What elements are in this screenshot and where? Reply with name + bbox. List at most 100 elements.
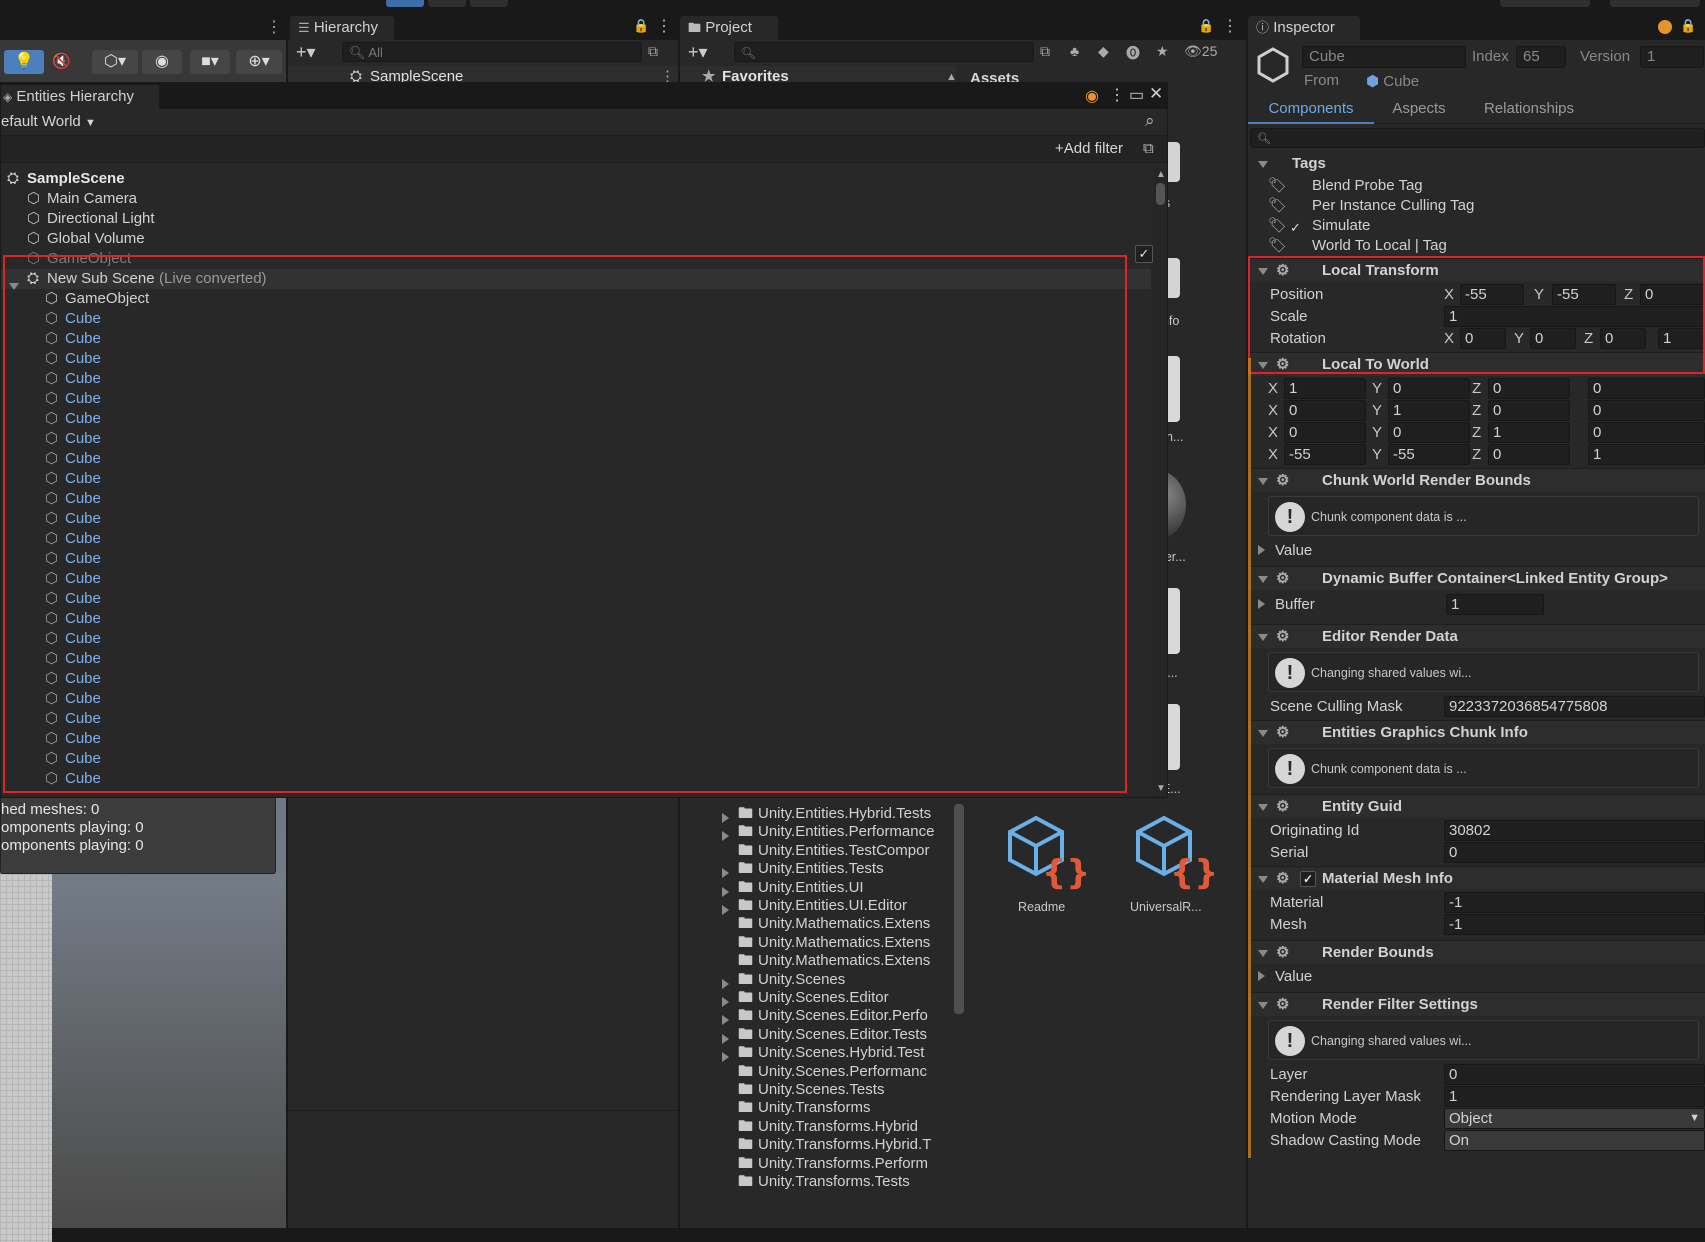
visibility-count[interactable]: 👁25 bbox=[1184, 43, 1217, 60]
enabled-checkbox[interactable]: ✓ bbox=[1290, 218, 1301, 238]
close-icon[interactable]: ✕ bbox=[1149, 84, 1163, 104]
matrix-cell[interactable]: -55 bbox=[1388, 444, 1470, 465]
matrix-cell[interactable]: 0 bbox=[1588, 422, 1705, 443]
material-field[interactable]: -1 bbox=[1444, 892, 1705, 913]
folder-item[interactable]: 🖿 Unity.Mathematics.Extens bbox=[680, 914, 952, 934]
more-icon[interactable]: ⋮ bbox=[1109, 85, 1125, 105]
folder-item[interactable]: 🖿 Unity.Entities.TestCompor bbox=[680, 841, 952, 861]
more-icon[interactable]: ⋮ bbox=[656, 16, 672, 36]
search-options-icon[interactable]: ⧉ bbox=[1143, 140, 1154, 157]
entities-scrollbar-thumb[interactable] bbox=[1156, 183, 1165, 205]
value-foldout[interactable]: Value bbox=[1258, 966, 1312, 988]
folder-item[interactable]: 🖿 Unity.Entities.Hybrid.Tests bbox=[680, 804, 952, 824]
matrix-cell[interactable]: 0 bbox=[1284, 422, 1366, 443]
type-filter-icon[interactable]: ♣ bbox=[1070, 43, 1079, 59]
scene-culling-mask-field[interactable]: 9223372036854775808 bbox=[1444, 696, 1705, 717]
component-search-input[interactable]: 🔍︎ bbox=[1250, 128, 1705, 148]
scene-filter-icon[interactable]: ⧉ bbox=[648, 43, 658, 60]
shadow-casting-mode-dropdown[interactable]: On bbox=[1444, 1130, 1705, 1151]
hierarchy-search-input[interactable]: 🔍︎ All bbox=[342, 42, 642, 62]
folder-item[interactable]: 🖿 Unity.Scenes.Tests bbox=[680, 1080, 952, 1100]
folder-item[interactable]: 🖿 Unity.Transforms.Perform bbox=[680, 1154, 952, 1174]
tab-components[interactable]: Components bbox=[1248, 96, 1374, 124]
matrix-cell[interactable]: 0 bbox=[1488, 378, 1570, 399]
matrix-cell[interactable]: 0 bbox=[1388, 378, 1470, 399]
lock-icon[interactable]: 🔒 bbox=[633, 18, 649, 34]
entities-graphics-chunk-info-header[interactable]: ⚙ Entities Graphics Chunk Info bbox=[1248, 720, 1705, 744]
matrix-cell[interactable]: 0 bbox=[1388, 422, 1470, 443]
mesh-field[interactable]: -1 bbox=[1444, 914, 1705, 935]
tab-aspects[interactable]: Aspects bbox=[1374, 96, 1464, 124]
folder-item[interactable]: 🖿 Unity.Transforms.Tests bbox=[680, 1172, 952, 1192]
scroll-down-icon[interactable]: ▼ bbox=[1156, 783, 1166, 794]
enabled-checkbox[interactable]: ✓ bbox=[1300, 871, 1316, 887]
matrix-cell[interactable]: 0 bbox=[1284, 400, 1366, 421]
serial-field[interactable]: 0 bbox=[1444, 842, 1705, 863]
originating-id-field[interactable]: 30802 bbox=[1444, 820, 1705, 841]
matrix-cell[interactable]: 0 bbox=[1488, 444, 1570, 465]
folder-item[interactable]: 🖿 Unity.Entities.Tests bbox=[680, 859, 952, 879]
folder-item[interactable]: 🖿 Unity.Scenes.Editor.Tests bbox=[680, 1025, 952, 1045]
more-icon[interactable]: ⋮ bbox=[1222, 16, 1238, 36]
tags-header[interactable]: Tags bbox=[1248, 152, 1705, 176]
tab-inspector[interactable]: ⓘ Inspector bbox=[1248, 16, 1360, 40]
tab-project[interactable]: 🖿 Project bbox=[680, 16, 778, 40]
matrix-cell[interactable]: 0 bbox=[1488, 400, 1570, 421]
folder-item[interactable]: 🖿 Unity.Entities.UI.Editor bbox=[680, 896, 952, 916]
layer-field[interactable]: 0 bbox=[1444, 1064, 1705, 1085]
rendering-layer-mask-field[interactable]: 1 bbox=[1444, 1086, 1705, 1107]
value-foldout[interactable]: Value bbox=[1258, 540, 1312, 562]
tab-hierarchy[interactable]: ☰ Hierarchy bbox=[290, 16, 394, 40]
scroll-up-icon[interactable]: ▲ bbox=[1156, 169, 1166, 180]
play-button-highlight[interactable] bbox=[386, 0, 424, 7]
folder-item[interactable]: 🖿 Unity.Transforms bbox=[680, 1098, 952, 1118]
editor-render-data-header[interactable]: ⚙ Editor Render Data bbox=[1248, 624, 1705, 648]
search-icon[interactable]: ⌕ bbox=[1145, 111, 1155, 131]
folder-item[interactable]: 🖿 Unity.Entities.Performance bbox=[680, 822, 952, 842]
world-dropdown[interactable]: efault World ▼ bbox=[1, 111, 96, 133]
more-icon[interactable]: ⋮ bbox=[266, 17, 282, 37]
matrix-cell[interactable]: 1 bbox=[1388, 400, 1470, 421]
dynamic-buffer-header[interactable]: ⚙ Dynamic Buffer Container<Linked Entity… bbox=[1248, 566, 1705, 590]
tab-entities-hierarchy[interactable]: ◈ Entities Hierarchy bbox=[1, 85, 159, 109]
step-button[interactable] bbox=[470, 0, 508, 7]
search-mode-icon[interactable]: ⧉ bbox=[1040, 43, 1050, 60]
account-dropdown[interactable] bbox=[1500, 0, 1590, 7]
render-filter-settings-header[interactable]: ⚙ Render Filter Settings bbox=[1248, 992, 1705, 1016]
folder-item[interactable]: 🖿 Unity.Scenes.Editor bbox=[680, 988, 952, 1008]
light-toggle-icon[interactable]: 💡 bbox=[4, 50, 44, 74]
entity-row[interactable]: ⬡ Main Camera bbox=[1, 189, 1151, 209]
folder-item[interactable]: 🖿 Unity.Transforms.Hybrid bbox=[680, 1117, 952, 1137]
folder-item[interactable]: 🖿 Unity.Scenes.Performanc bbox=[680, 1062, 952, 1082]
log-filter-icon[interactable]: ⓿ bbox=[1126, 43, 1140, 63]
entity-row[interactable]: ⛭ SampleScene bbox=[1, 169, 1151, 189]
matrix-cell[interactable]: 1 bbox=[1284, 378, 1366, 399]
subscene-checkbox[interactable]: ✓ bbox=[1135, 245, 1153, 263]
lock-icon[interactable]: 🔒 bbox=[1680, 18, 1696, 34]
material-mesh-info-header[interactable]: ⚙ ✓ Material Mesh Info bbox=[1248, 866, 1705, 890]
pause-button[interactable] bbox=[428, 0, 466, 7]
add-filter-button[interactable]: +Add filter bbox=[1055, 140, 1123, 157]
entity-name-field[interactable]: Cube bbox=[1302, 46, 1466, 68]
readme-asset-icon[interactable]: {} bbox=[1006, 814, 1090, 893]
matrix-cell[interactable]: 1 bbox=[1488, 422, 1570, 443]
create-icon[interactable]: +▾ bbox=[688, 42, 708, 63]
camera-icon[interactable]: ■▾ bbox=[190, 50, 230, 74]
folder-item[interactable]: 🖿 Unity.Scenes.Editor.Perfo bbox=[680, 1006, 952, 1026]
folder-item[interactable]: 🖿 Unity.Scenes.Hybrid.Test bbox=[680, 1043, 952, 1063]
matrix-cell[interactable]: 1 bbox=[1588, 444, 1705, 465]
maximize-icon[interactable]: ▭ bbox=[1129, 85, 1144, 105]
folder-item[interactable]: 🖿 Unity.Entities.UI bbox=[680, 878, 952, 898]
entity-row[interactable]: ⬡ Global Volume bbox=[1, 229, 1151, 249]
layout-dropdown[interactable] bbox=[1610, 0, 1700, 7]
gizmos-icon[interactable]: ⊕▾ bbox=[236, 50, 282, 74]
audio-toggle-icon[interactable]: 🔇 bbox=[52, 52, 71, 70]
matrix-cell[interactable]: 0 bbox=[1588, 378, 1705, 399]
motion-mode-dropdown[interactable]: Object ▼ bbox=[1444, 1108, 1705, 1129]
buffer-foldout[interactable]: Buffer bbox=[1258, 594, 1315, 616]
folder-item[interactable]: 🖿 Unity.Transforms.Hybrid.T bbox=[680, 1135, 952, 1155]
matrix-cell[interactable]: -55 bbox=[1284, 444, 1366, 465]
entity-guid-header[interactable]: ⚙ Entity Guid bbox=[1248, 794, 1705, 818]
folder-tree-scrollbar[interactable] bbox=[954, 804, 964, 1014]
record-icon[interactable]: ◉ bbox=[1085, 86, 1099, 106]
